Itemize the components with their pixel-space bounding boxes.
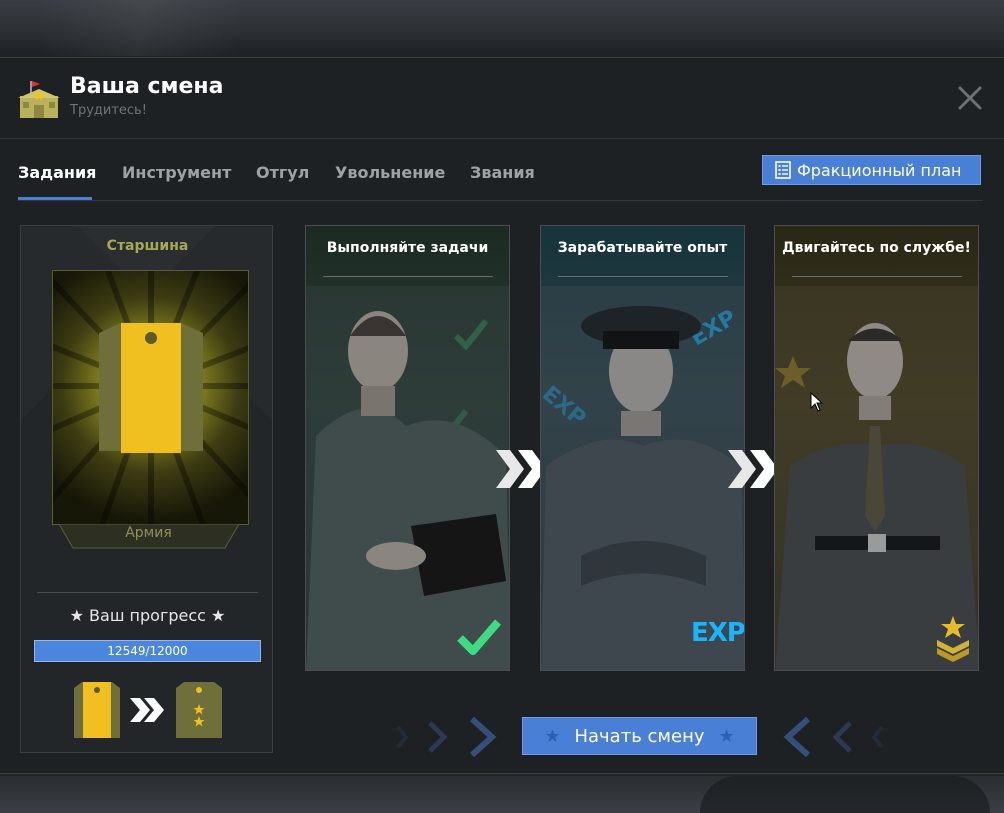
step-card-promotion: Двигайтесь по службе! <box>774 225 979 671</box>
step-divider <box>323 276 493 277</box>
background-bottom <box>0 776 1004 813</box>
step-divider <box>792 276 962 277</box>
rank-chevron-star-icon <box>937 616 969 662</box>
left-decor-arrows <box>396 717 497 757</box>
step-divider <box>558 276 728 277</box>
next-rank-icon <box>176 682 222 738</box>
tab-ranks[interactable]: Звания <box>470 163 535 182</box>
checkmark-icon <box>457 619 502 655</box>
dialog-title: Ваша смена <box>70 74 224 99</box>
start-shift-label: Начать смену <box>574 725 705 747</box>
checklist-icon <box>775 161 791 179</box>
tab-tasks[interactable]: Задания <box>18 163 96 182</box>
right-decor-arrows <box>783 717 884 757</box>
worker-with-tablet-illustration <box>306 286 509 670</box>
start-shift-button[interactable]: ★ Начать смену ★ <box>522 717 757 755</box>
star-icon: ★ <box>544 725 561 747</box>
faction-name: Армия <box>125 525 172 541</box>
close-icon[interactable] <box>956 84 984 112</box>
officer-illustration: EXP EXP <box>541 286 744 670</box>
step-card-tasks: Выполняйте задачи <box>305 225 510 671</box>
progress-bar: 12549/12000 <box>34 640 261 662</box>
star-icon: ★ <box>718 725 735 747</box>
progress-text: 12549/12000 <box>107 644 188 658</box>
progress-label: ★ Ваш прогресс ★ <box>69 606 226 625</box>
rank-insignia-card <box>52 270 249 525</box>
mouse-cursor-icon <box>810 392 824 412</box>
background-top <box>0 0 1004 56</box>
current-rank-icon <box>74 682 120 738</box>
tab-tools[interactable]: Инструмент <box>122 163 231 182</box>
rank-name: Старшина <box>106 238 189 254</box>
rank-divider <box>37 592 258 593</box>
faction-plan-label: Фракционный план <box>797 160 962 180</box>
step-card-experience: Зарабатывайте опыт EXP EXP EXP <box>540 225 745 671</box>
tab-resignation[interactable]: Увольнение <box>335 163 445 182</box>
faction-plan-button[interactable]: Фракционный план <box>762 155 981 185</box>
tab-day-off[interactable]: Отгул <box>256 163 309 182</box>
arrow-right-icon <box>130 698 164 722</box>
headquarters-icon <box>18 81 60 118</box>
exp-badge: EXP <box>691 618 745 648</box>
rank-panel: Старшина Армия ★ Ваш прогресс ★ 12549/12… <box>20 225 273 753</box>
step-title: Выполняйте задачи <box>326 240 489 256</box>
dialog-subtitle: Трудитесь! <box>70 103 147 118</box>
step-title: Двигайтесь по службе! <box>782 240 971 256</box>
header-divider <box>0 138 1004 139</box>
rank-transition <box>74 682 222 738</box>
shift-dialog: Ваша смена Трудитесь! Задания Инструмент… <box>0 57 1004 774</box>
light-rays <box>53 271 248 524</box>
tabs-divider <box>18 200 982 201</box>
step-title: Зарабатывайте опыт <box>557 240 728 256</box>
